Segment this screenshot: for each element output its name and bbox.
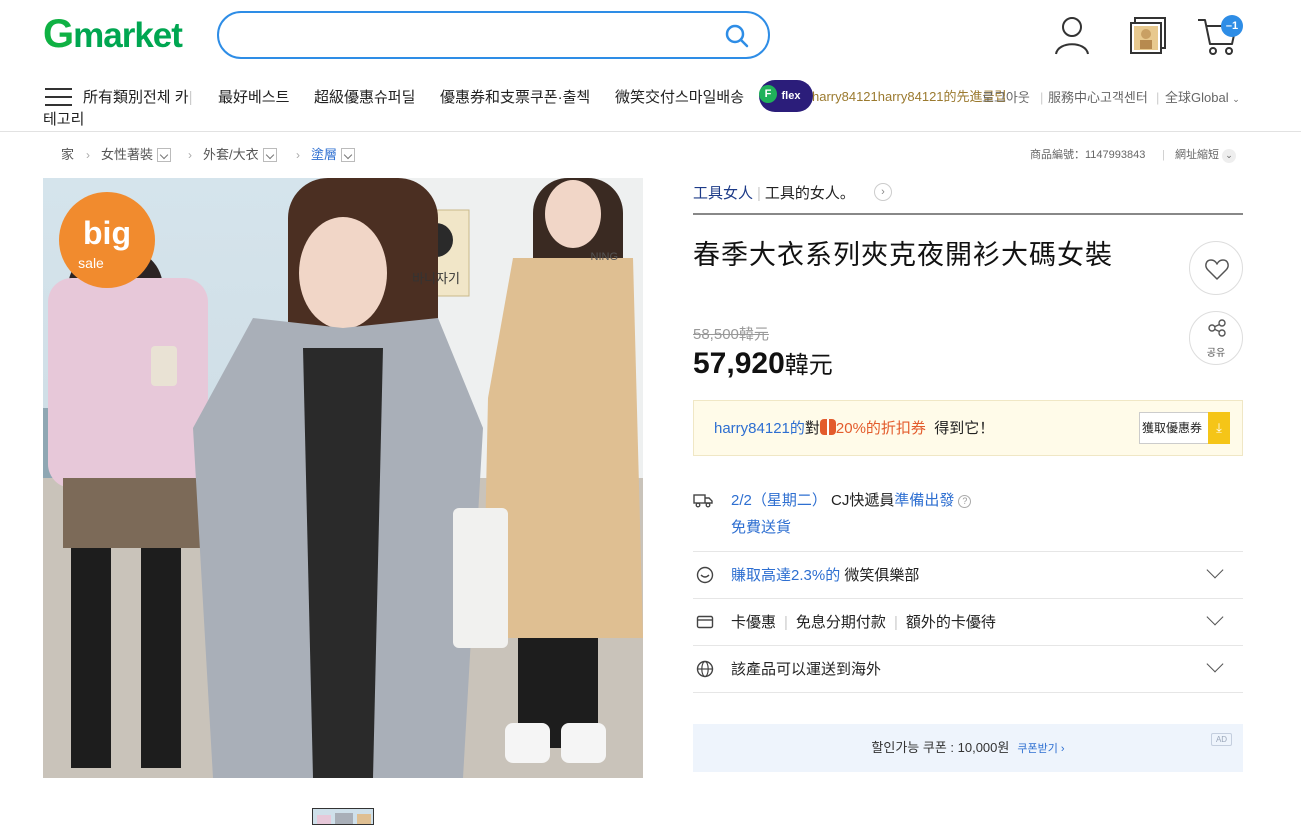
search-icon[interactable] (724, 23, 750, 49)
coupon-text: harry84121的對 20%的折扣券 得到它！ (714, 419, 995, 437)
card-icon (696, 615, 714, 629)
ad-coupon-text: 할인가능 쿠폰 : 10,000원 (871, 740, 1010, 755)
card-benefits-row[interactable]: 卡優惠 | 免息分期付款 | 額外的卡優待 (693, 598, 1243, 645)
cart-count-badge: –1 (1221, 15, 1243, 37)
photo-store-text: NING (591, 251, 619, 263)
shop-name[interactable]: 工具女人 (693, 185, 753, 202)
truck-icon (693, 494, 713, 508)
nav-all-categories[interactable]: 所有類別전체 카| (83, 87, 203, 109)
divider (693, 692, 1243, 693)
shipping-info: 2/2（星期二） CJ快遞員準備出發? (731, 491, 972, 511)
photo-sign-text: 바니자기 (412, 272, 460, 287)
share-label: 공유 (1206, 348, 1226, 359)
gmarket-logo[interactable]: Gmarket (43, 14, 183, 56)
dropdown-icon[interactable] (341, 147, 356, 162)
shorten-url-button[interactable]: 網址縮短 ⌄ (1175, 146, 1237, 164)
breadcrumb-level1[interactable]: 女性著裝 (101, 146, 172, 164)
nav-super-deal[interactable]: 超級優惠슈퍼딜 (314, 87, 415, 109)
service-center-link[interactable]: 服務中心고객센터 (1048, 89, 1148, 107)
free-shipping: 免費送貨 (731, 519, 792, 536)
shop-info[interactable]: 工具女人 | 工具的女人。 (693, 184, 855, 204)
user-icon[interactable] (1052, 14, 1092, 56)
global-link[interactable]: 全球Global ⌄ (1165, 89, 1240, 108)
nav-smile-delivery[interactable]: 微笑交付스마일배송 (615, 87, 744, 109)
flex-club-badge[interactable]: F flex (759, 80, 813, 112)
chevron-down-icon: ⌄ (1222, 149, 1237, 163)
dropdown-icon[interactable] (157, 147, 172, 162)
recent-items-icon[interactable] (1128, 14, 1168, 56)
nav-club-promo[interactable]: harry84121harry84121的先進클럽 (812, 88, 1006, 106)
breadcrumb-level2[interactable]: 外套/大衣 (203, 146, 277, 164)
breadcrumb-arrow-icon: › (296, 148, 300, 162)
chevron-down-icon (1206, 561, 1224, 579)
wishlist-button[interactable] (1189, 241, 1243, 295)
original-price: 58,500韓元 (693, 326, 769, 343)
chevron-down-icon (1206, 608, 1224, 626)
get-coupon-button[interactable]: 獲取優惠券 ⤓ (1139, 412, 1230, 444)
breadcrumb-arrow-icon: › (86, 148, 90, 162)
coupon-gift-icon (819, 419, 836, 435)
shop-slogan: 工具的女人。 (764, 185, 855, 202)
ad-tag: AD (1211, 733, 1232, 746)
share-button[interactable]: 공유 (1189, 311, 1243, 365)
heart-icon (1205, 259, 1229, 280)
ad-coupon-banner[interactable]: 할인가능 쿠폰 : 10,000원 쿠폰받기 › AD (693, 724, 1243, 772)
search-input[interactable] (239, 23, 719, 49)
nav-coupons[interactable]: 優惠券和支票쿠폰·출첵 (440, 87, 590, 109)
breadcrumb-home[interactable]: 家 (61, 146, 74, 164)
main-nav: 所有類別전체 카| 테고리 最好베스트 超級優惠슈퍼딜 優惠券和支票쿠폰·출첵 … (0, 80, 1301, 132)
chevron-down-icon: ⌄ (1232, 94, 1240, 104)
product-number: 商品編號：1147993843 (1030, 149, 1146, 161)
product-title: 春季大衣系列夾克夜開衫大碼女裝 (693, 240, 1113, 270)
logout-link[interactable]: 로그아웃 (982, 89, 1030, 107)
dropdown-icon[interactable] (262, 147, 277, 162)
product-thumbnail[interactable] (312, 808, 374, 825)
sale-badge-big: big (83, 215, 131, 251)
download-icon: ⤓ (1208, 412, 1230, 444)
product-main-image[interactable]: big sale 바니자기 NING (43, 178, 643, 778)
coupon-banner: harry84121的對 20%的折扣券 得到它！ 獲取優惠券 ⤓ (693, 400, 1243, 456)
overseas-shipping-row[interactable]: 該產品可以運送到海外 (693, 645, 1243, 692)
chevron-down-icon (1206, 655, 1224, 673)
nav-all-categories-line2[interactable]: 테고리 (43, 109, 84, 131)
smile-icon (696, 566, 714, 584)
smile-club-row[interactable]: 賺取高達2.3%的 微笑俱樂部 (693, 551, 1243, 598)
breadcrumb-level3[interactable]: 塗層 (311, 146, 356, 164)
sale-price: 57,920韓元 (693, 347, 833, 380)
ad-coupon-link[interactable]: 쿠폰받기 › (1017, 743, 1064, 755)
globe-icon (696, 660, 714, 678)
nav-best[interactable]: 最好베스트 (218, 87, 289, 109)
sale-badge-sale: sale (78, 255, 104, 271)
hamburger-menu-icon[interactable] (45, 88, 72, 108)
breadcrumb-arrow-icon: › (188, 148, 192, 162)
shop-arrow-icon[interactable]: › (874, 183, 892, 201)
search-bar[interactable] (217, 11, 770, 59)
help-icon[interactable]: ? (958, 495, 972, 508)
flex-f-icon: F (759, 85, 777, 103)
shop-divider (693, 213, 1243, 215)
